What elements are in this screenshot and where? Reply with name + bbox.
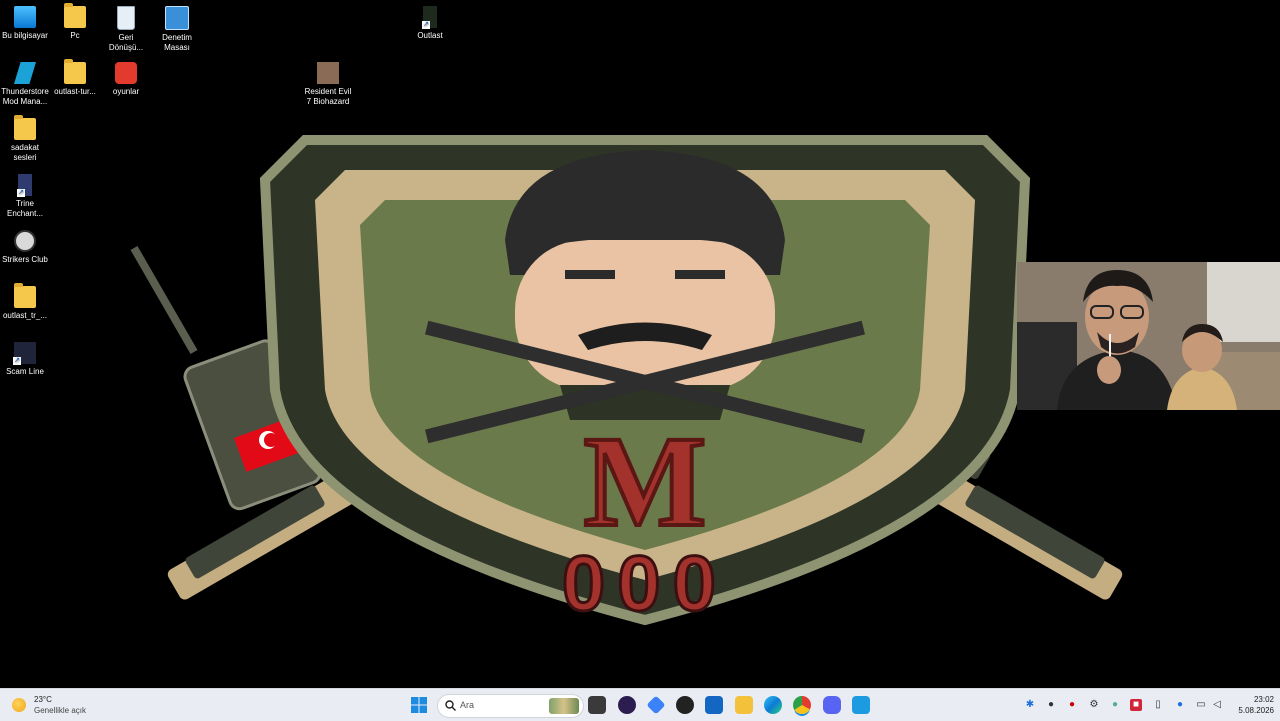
desktop-icon-label: Outlast xyxy=(417,31,443,40)
folder-icon xyxy=(64,59,86,84)
trine-icon xyxy=(17,174,32,197)
weather-temp: 23°C xyxy=(34,695,52,704)
edge-icon[interactable] xyxy=(764,696,782,714)
search-icon xyxy=(445,700,456,711)
search-highlight-image xyxy=(549,698,579,714)
desktop-icon-label: oyunlar xyxy=(112,87,140,96)
desktop-icon-label: Thunderstore Mod Mana... xyxy=(1,87,49,106)
desktop-icon-recycle-bin[interactable]: Geri Dönüşü... xyxy=(101,6,151,53)
discord-icon[interactable] xyxy=(823,696,841,714)
weather-desc: Genellikle açık xyxy=(34,706,87,715)
microphone-icon[interactable]: ● xyxy=(1174,699,1186,711)
power-icon xyxy=(115,62,137,84)
usb-icon[interactable]: ▯ xyxy=(1152,699,1164,711)
control-panel-icon xyxy=(165,6,189,30)
weather-widget[interactable]: 23°C Genellikle açık xyxy=(10,692,130,718)
search-placeholder: Ara xyxy=(460,700,475,710)
desktop-icon-label: Strikers Club xyxy=(2,255,48,264)
desktop-icon-resident-evil[interactable]: Resident Evil 7 Biohazard xyxy=(303,62,353,107)
desktop-icon-trine[interactable]: Trine Enchant... xyxy=(0,174,50,219)
desktop-icon-thunderstore[interactable]: Thunderstore Mod Mana... xyxy=(0,62,50,107)
desktop-icon-sadakat-sesleri[interactable]: sadakat sesleri xyxy=(0,115,50,163)
desktop-icon-label: Bu bilgisayar xyxy=(2,31,48,40)
folder-icon xyxy=(64,3,86,28)
desktop-icon-pc-folder[interactable]: Pc xyxy=(50,3,100,41)
desktop-icon-this-pc[interactable]: Bu bilgisayar xyxy=(0,6,50,41)
resident-evil-icon xyxy=(317,62,339,84)
tray-app-icon[interactable]: ● xyxy=(1045,699,1057,711)
windows-icon xyxy=(411,697,427,713)
clock-date: 5.08.2026 xyxy=(1238,706,1274,715)
task-view-icon[interactable] xyxy=(588,696,606,714)
scam-line-icon xyxy=(13,342,36,365)
desktop-icon-label: sadakat sesleri xyxy=(10,143,40,162)
tray-game-icon[interactable]: ● xyxy=(1066,699,1078,711)
video-app-icon[interactable] xyxy=(852,696,870,714)
letter-m: M xyxy=(582,408,709,556)
desktop: M 000 Bu bilgisayar Pc Geri Dönüşü... De… xyxy=(0,0,1280,688)
desktop-icon-label: Resident Evil 7 Biohazard xyxy=(304,87,352,106)
tray-settings-icon[interactable]: ⚙ xyxy=(1088,699,1100,711)
start-button[interactable] xyxy=(410,696,428,714)
diamond-app-icon[interactable] xyxy=(646,695,666,715)
wallpaper-number: 000 xyxy=(562,539,728,627)
desktop-icon-scam-line[interactable]: Scam Line xyxy=(0,342,50,377)
number-text: 000 xyxy=(560,538,728,629)
desktop-icon-label: Geri Dönüşü... xyxy=(108,33,144,52)
desktop-icon-outlast-tr[interactable]: outlast_tr_... xyxy=(0,283,50,321)
clock-time: 23:02 xyxy=(1253,695,1274,704)
file-explorer-icon[interactable] xyxy=(735,696,753,714)
desktop-icon-label: Trine Enchant... xyxy=(6,199,44,218)
tray-status-icon[interactable]: ● xyxy=(1109,699,1121,711)
chrome-icon[interactable] xyxy=(793,696,811,714)
desktop-icon-label: Scam Line xyxy=(6,367,44,376)
thunderstore-icon xyxy=(14,62,36,84)
desktop-icon-control-panel[interactable]: Denetim Masası xyxy=(152,6,202,53)
network-icon[interactable]: ▭ xyxy=(1195,699,1207,711)
weather-sun-icon xyxy=(12,698,26,712)
recycle-bin-icon xyxy=(117,6,135,30)
desktop-icon-label: outlast_tr_... xyxy=(2,311,48,320)
taskbar: 23°C Genellikle açık Ara ✱ ● ● ⚙ ● ■ ▯ ●… xyxy=(0,688,1280,721)
store-icon[interactable] xyxy=(705,696,723,714)
desktop-icon-label: Pc xyxy=(70,31,80,40)
volume-icon[interactable]: ◁ xyxy=(1211,699,1223,711)
wallpaper-letter: M xyxy=(584,410,707,554)
strikers-club-icon xyxy=(14,230,36,252)
desktop-icon-label: Denetim Masası xyxy=(162,33,192,52)
desktop-icon-outlast-tur[interactable]: outlast-tur... xyxy=(50,59,100,97)
app-circle-icon[interactable] xyxy=(618,696,636,714)
davinci-icon[interactable] xyxy=(676,696,694,714)
wallpaper-emblem: M 000 xyxy=(130,135,1123,629)
bluetooth-icon[interactable]: ✱ xyxy=(1024,699,1036,711)
clock[interactable]: 23:02 5.08.2026 xyxy=(1226,694,1274,716)
desktop-icon-oyunlar[interactable]: oyunlar xyxy=(101,62,151,97)
desktop-icon-outlast[interactable]: Outlast xyxy=(405,6,455,41)
webcam-feed xyxy=(1017,262,1280,410)
desktop-icon-label: outlast-tur... xyxy=(54,87,96,96)
folder-icon xyxy=(14,283,36,308)
tray-red-app-icon[interactable]: ■ xyxy=(1130,699,1142,711)
folder-icon xyxy=(14,115,36,140)
outlast-icon xyxy=(422,6,437,29)
monitor-icon xyxy=(14,6,36,28)
taskbar-search[interactable]: Ara xyxy=(437,694,584,718)
webcam-overlay xyxy=(1017,262,1280,410)
desktop-icon-strikers-club[interactable]: Strikers Club xyxy=(0,230,50,265)
